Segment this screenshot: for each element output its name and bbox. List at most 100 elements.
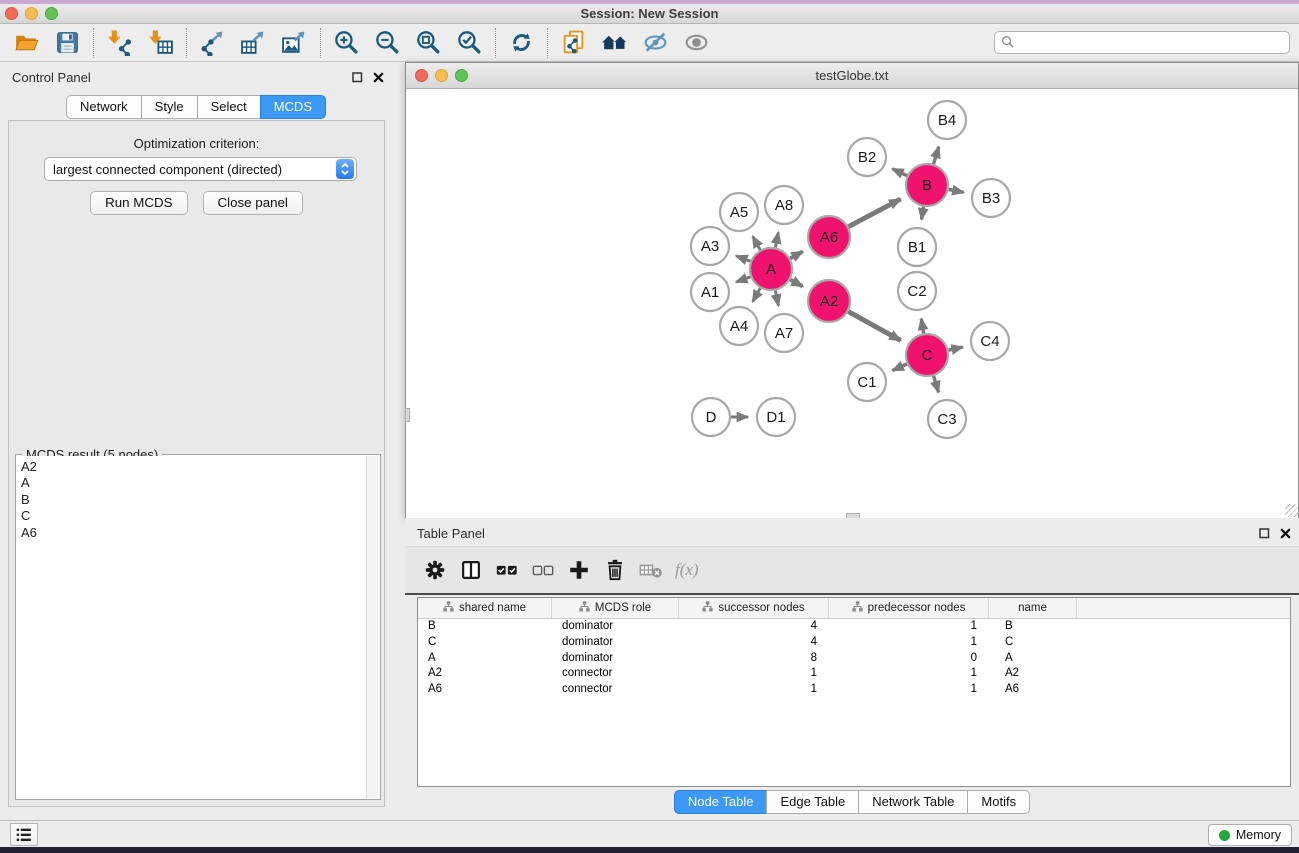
cell-shared-name[interactable]: A6 <box>418 682 552 698</box>
export-table-icon[interactable] <box>233 27 274 59</box>
cell-name[interactable]: C <box>989 635 1077 651</box>
search-field[interactable] <box>994 31 1290 54</box>
new-network-from-selection-icon[interactable] <box>553 27 594 59</box>
tab-select[interactable]: Select <box>197 95 261 119</box>
node-A3[interactable]: A3 <box>691 227 729 265</box>
cell-name[interactable]: A <box>989 651 1077 667</box>
mcds-list-scrollbar[interactable] <box>366 456 379 798</box>
tab-network[interactable]: Network <box>66 95 142 119</box>
cell-predecessor-nodes[interactable]: 1 <box>829 619 989 635</box>
edge-A2-C[interactable] <box>848 312 900 341</box>
network-graph[interactable]: B4B2BB3A8A5A6A3B1AA1C2A2A4A7C4CC1DD1C3 <box>406 89 1298 518</box>
delete-table-icon[interactable] <box>633 555 669 585</box>
node-D1[interactable]: D1 <box>757 398 795 436</box>
zoom-selected-icon[interactable] <box>449 27 490 59</box>
cell-MCDS-role[interactable]: connector <box>552 682 679 698</box>
node-B3[interactable]: B3 <box>972 179 1010 217</box>
cell-MCDS-role[interactable]: dominator <box>552 651 679 667</box>
node-D[interactable]: D <box>692 398 730 436</box>
node-B[interactable]: B <box>906 164 948 206</box>
table-row[interactable]: A6connector11A6 <box>418 682 1290 698</box>
mcds-result-item[interactable]: A2 <box>21 459 366 475</box>
refresh-layout-icon[interactable] <box>501 27 542 59</box>
first-neighbors-icon[interactable] <box>594 27 635 59</box>
add-column-icon[interactable] <box>561 555 597 585</box>
save-session-icon[interactable] <box>47 27 88 59</box>
tab-style[interactable]: Style <box>141 95 198 119</box>
memory-button[interactable]: Memory <box>1208 824 1292 846</box>
node-C2[interactable]: C2 <box>898 272 936 310</box>
search-input[interactable] <box>1014 32 1289 53</box>
cell-predecessor-nodes[interactable]: 1 <box>829 635 989 651</box>
zoom-in-icon[interactable] <box>326 27 367 59</box>
mcds-result-item[interactable]: A <box>21 475 366 491</box>
table-row[interactable]: A2connector11A2 <box>418 666 1290 682</box>
node-C3[interactable]: C3 <box>928 400 966 438</box>
show-panels-button[interactable] <box>10 823 38 846</box>
edge-A-A3[interactable] <box>736 256 750 261</box>
hide-selected-icon[interactable] <box>635 27 676 59</box>
cell-predecessor-nodes[interactable]: 1 <box>829 666 989 682</box>
node-C[interactable]: C <box>906 334 948 376</box>
tab-edge-table[interactable]: Edge Table <box>766 790 859 814</box>
network-window-titlebar[interactable]: testGlobe.txt <box>406 63 1298 89</box>
edge-A-A8[interactable] <box>775 232 778 247</box>
edge-C-C4[interactable] <box>949 347 963 350</box>
column-header-name[interactable]: name <box>989 598 1077 618</box>
node-C4[interactable]: C4 <box>971 322 1009 360</box>
edge-C-C3[interactable] <box>934 376 939 392</box>
table-row[interactable]: Cdominator41C <box>418 635 1290 651</box>
cell-predecessor-nodes[interactable]: 1 <box>829 682 989 698</box>
edge-C-C1[interactable] <box>893 364 907 371</box>
node-A5[interactable]: A5 <box>720 193 758 231</box>
node-A1[interactable]: A1 <box>691 273 729 311</box>
open-session-icon[interactable] <box>6 27 47 59</box>
float-table-panel-icon[interactable] <box>1259 527 1270 542</box>
edge-A-A4[interactable] <box>753 288 761 301</box>
edge-B-B3[interactable] <box>949 189 964 192</box>
import-table-icon[interactable] <box>140 27 181 59</box>
edge-A-A1[interactable] <box>736 277 750 282</box>
network-canvas[interactable]: B4B2BB3A8A5A6A3B1AA1C2A2A4A7C4CC1DD1C3 <box>406 89 1298 518</box>
table-row[interactable]: Adominator80A <box>418 651 1290 667</box>
optimization-criterion-dropdown[interactable]: largest connected component (directed) <box>44 157 357 181</box>
cell-name[interactable]: B <box>989 619 1077 635</box>
cell-shared-name[interactable]: A <box>418 651 552 667</box>
select-all-icon[interactable] <box>489 555 525 585</box>
node-B4[interactable]: B4 <box>928 101 966 139</box>
tab-mcds[interactable]: MCDS <box>260 95 326 119</box>
tab-motifs[interactable]: Motifs <box>967 790 1030 814</box>
cell-successor-nodes[interactable]: 1 <box>679 682 829 698</box>
mcds-result-list[interactable]: A2ABCA6 <box>17 456 366 798</box>
resize-corner-grip[interactable] <box>1285 504 1298 517</box>
cell-MCDS-role[interactable]: dominator <box>552 619 679 635</box>
deselect-all-icon[interactable] <box>525 555 561 585</box>
node-A7[interactable]: A7 <box>765 314 803 352</box>
cell-MCDS-role[interactable]: connector <box>552 666 679 682</box>
cell-MCDS-role[interactable]: dominator <box>552 635 679 651</box>
close-table-panel-icon[interactable] <box>1280 527 1291 542</box>
table-settings-icon[interactable] <box>417 555 453 585</box>
node-C1[interactable]: C1 <box>848 363 886 401</box>
edge-A-A6[interactable] <box>790 252 802 259</box>
table-row[interactable]: Bdominator41B <box>418 619 1290 635</box>
cell-successor-nodes[interactable]: 4 <box>679 635 829 651</box>
export-image-icon[interactable] <box>274 27 315 59</box>
close-panel-button[interactable]: Close panel <box>203 191 303 215</box>
cell-shared-name[interactable]: C <box>418 635 552 651</box>
toggle-columns-icon[interactable] <box>453 555 489 585</box>
node-A4[interactable]: A4 <box>720 307 758 345</box>
column-header-successor-nodes[interactable]: successor nodes <box>679 598 829 618</box>
cell-shared-name[interactable]: A2 <box>418 666 552 682</box>
left-splitter-grip[interactable] <box>405 408 410 422</box>
mcds-result-item[interactable]: B <box>21 492 366 508</box>
cell-predecessor-nodes[interactable]: 0 <box>829 651 989 667</box>
zoom-out-icon[interactable] <box>367 27 408 59</box>
close-panel-icon[interactable] <box>373 71 384 86</box>
cell-name[interactable]: A2 <box>989 666 1077 682</box>
tab-network-table[interactable]: Network Table <box>858 790 968 814</box>
edge-B-B1[interactable] <box>922 207 924 220</box>
cell-successor-nodes[interactable]: 4 <box>679 619 829 635</box>
edge-A-A5[interactable] <box>753 236 761 249</box>
node-A2[interactable]: A2 <box>808 280 850 322</box>
